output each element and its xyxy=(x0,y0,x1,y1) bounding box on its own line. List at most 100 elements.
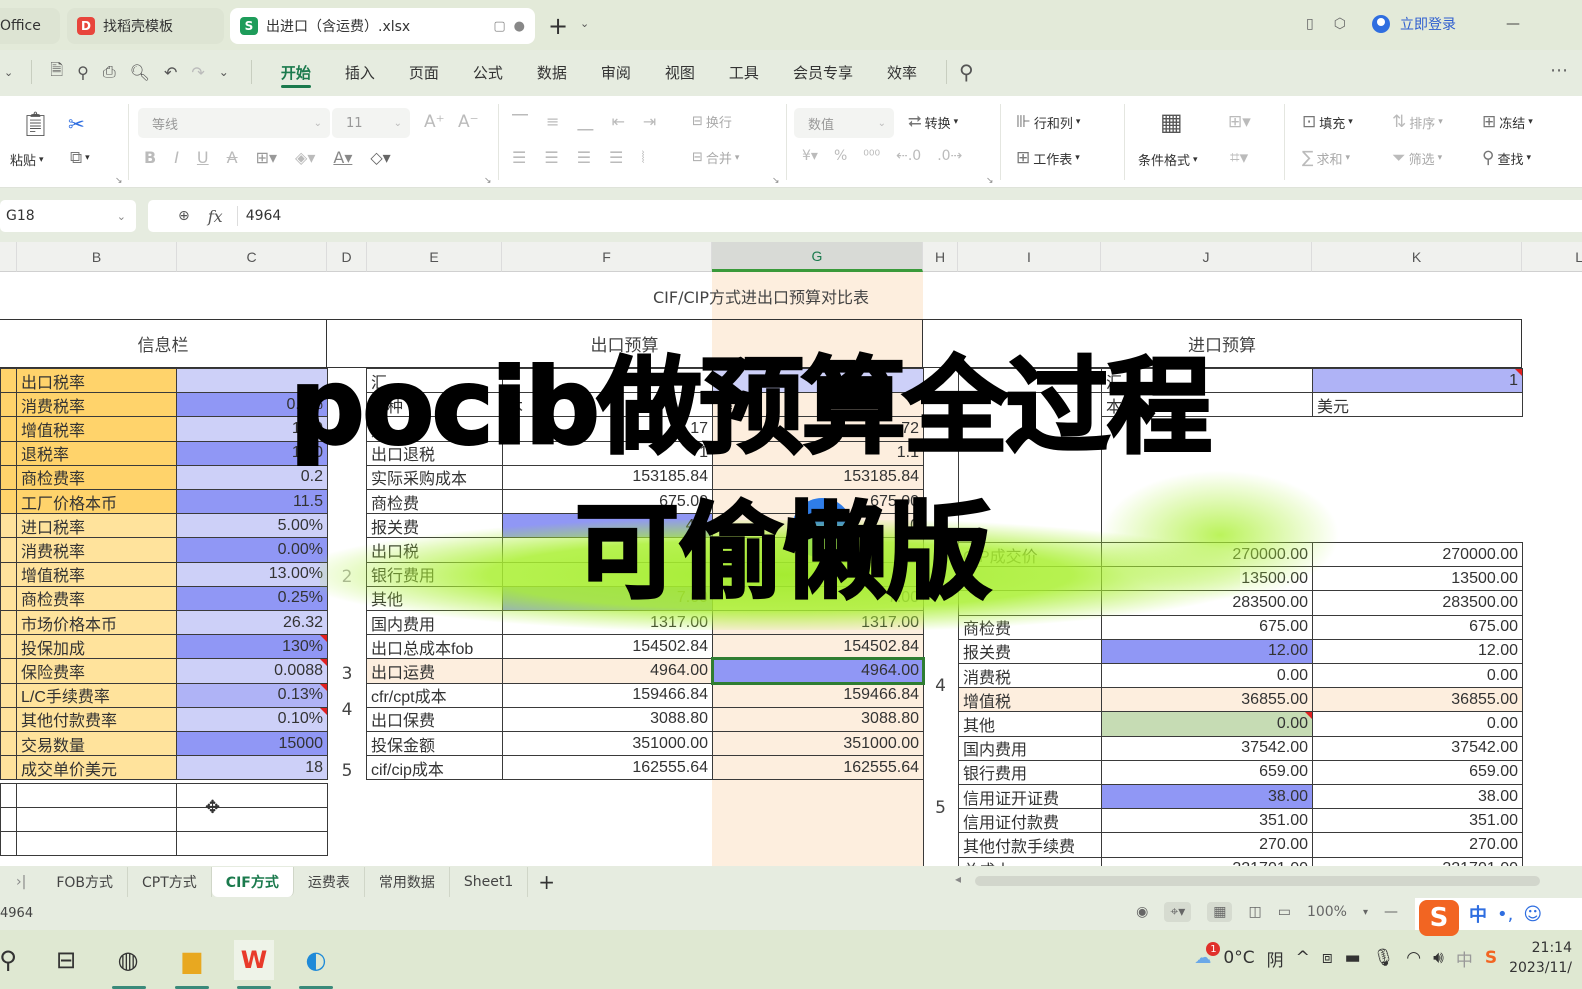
column-header-b[interactable]: B xyxy=(17,242,177,272)
import-label[interactable]: 增值税 xyxy=(958,687,1102,713)
clear-format-icon[interactable]: ◇▾ xyxy=(370,148,390,167)
info-label[interactable]: 投保加成 xyxy=(16,634,177,660)
info-group-marker[interactable] xyxy=(0,682,17,708)
info-value[interactable]: 0.25% xyxy=(176,585,328,611)
import-j-value[interactable]: 38.00 xyxy=(1101,784,1313,810)
export-label[interactable]: 实际采购成本 xyxy=(366,464,503,490)
import-k-value[interactable]: 283500.00 xyxy=(1312,590,1523,616)
sheet-tab-fob[interactable]: FOB方式 xyxy=(42,867,129,897)
info-label[interactable]: 交易数量 xyxy=(16,731,177,757)
info-label[interactable]: 其他付款费率 xyxy=(16,706,177,732)
print-preview-icon[interactable]: 🔍︎ xyxy=(130,63,150,82)
paste-icon[interactable]: 📋︎ xyxy=(20,110,50,138)
tab-template[interactable]: D 找稻壳模板 xyxy=(67,8,224,44)
focus-mode-icon[interactable]: ⌖▾ xyxy=(1164,902,1192,922)
underline-icon[interactable]: U xyxy=(197,148,209,167)
menu-page[interactable]: 页面 xyxy=(392,52,456,92)
strikethrough-icon[interactable]: A xyxy=(227,148,238,167)
import-j-value[interactable]: 0.00 xyxy=(1101,711,1313,737)
info-group-marker[interactable] xyxy=(0,561,17,587)
weather-desc[interactable]: 阴 xyxy=(1267,946,1284,971)
fill-color-icon[interactable]: ◈▾ xyxy=(295,148,315,167)
search-icon[interactable]: ⚲ xyxy=(959,60,974,84)
import-label[interactable]: 总成本 xyxy=(958,856,1102,866)
info-group-marker[interactable] xyxy=(0,440,17,466)
find-button[interactable]: ⚲ 查找 ▾ xyxy=(1482,148,1531,168)
info-group-marker[interactable] xyxy=(0,706,17,732)
export-g-value[interactable]: 1317.00 xyxy=(712,610,924,636)
formula-input[interactable]: ⊕ fx 4964 xyxy=(148,200,1582,232)
name-box[interactable]: G18 ⌄ xyxy=(0,200,136,232)
export-f-value[interactable]: 153185.84 xyxy=(502,464,713,490)
font-color-icon[interactable]: A▾ xyxy=(333,148,352,167)
import-k-value[interactable]: 0.00 xyxy=(1312,711,1523,737)
new-tab-button[interactable]: + xyxy=(548,12,568,40)
import-k-value[interactable]: 270.00 xyxy=(1312,832,1523,858)
export-label[interactable]: 出口保费 xyxy=(366,706,503,732)
indent-increase-icon[interactable]: ⇥ xyxy=(643,112,656,132)
column-header-e[interactable]: E xyxy=(367,242,502,272)
export-label[interactable]: 出口税 xyxy=(366,537,503,563)
empty-cell[interactable] xyxy=(16,807,177,832)
rows-cols-button[interactable]: ⊪ 行和列 ▾ xyxy=(1016,112,1080,132)
undo-icon[interactable]: ↶ xyxy=(164,63,177,82)
export-f-value[interactable]: 1317.00 xyxy=(502,610,713,636)
avatar[interactable] xyxy=(1371,15,1390,33)
import-j-value[interactable]: 351.00 xyxy=(1101,808,1313,834)
align-middle-icon[interactable]: ≡ xyxy=(546,112,559,132)
export-label[interactable]: 出口总成本fob xyxy=(366,634,503,660)
info-value[interactable]: 26.32 xyxy=(176,610,328,636)
print-icon[interactable]: ⎙ xyxy=(103,62,116,82)
export-g-value[interactable]: 159466.84 xyxy=(712,682,924,708)
info-group-marker[interactable] xyxy=(0,658,17,684)
column-header-j[interactable]: J xyxy=(1101,242,1312,272)
bold-icon[interactable]: B xyxy=(144,148,156,167)
import-k-value[interactable]: 13500.00 xyxy=(1312,566,1523,592)
empty-cell[interactable] xyxy=(0,783,17,808)
import-j-value[interactable]: 37542.00 xyxy=(1101,735,1313,761)
menu-insert[interactable]: 插入 xyxy=(328,52,392,92)
selected-cell-g18[interactable]: 4964.00 xyxy=(711,657,925,685)
column-header-h[interactable]: H xyxy=(923,242,958,272)
info-label[interactable]: 出口税率 xyxy=(16,368,177,394)
info-group-marker[interactable] xyxy=(0,537,17,563)
zoom-chevron-icon[interactable]: ▾ xyxy=(1363,907,1368,918)
weather-temp[interactable]: 0°C xyxy=(1223,948,1254,968)
import-k-value[interactable]: 36855.00 xyxy=(1312,687,1523,713)
sum-button[interactable]: ∑ 求和 ▾ xyxy=(1302,148,1350,168)
column-header-g[interactable]: G xyxy=(712,242,923,272)
menu-review[interactable]: 审阅 xyxy=(584,52,648,92)
export-g-value[interactable]: 3088.80 xyxy=(712,706,924,732)
copy-button[interactable]: ⧉ ▾ xyxy=(70,148,90,168)
export-f-value[interactable]: 154502.84 xyxy=(502,634,713,660)
screen-record-icon[interactable]: ⧈ xyxy=(1322,948,1333,968)
info-group-marker[interactable] xyxy=(0,731,17,757)
info-value[interactable]: 5.00% xyxy=(176,513,328,539)
decrease-decimal-icon[interactable]: .0⇢ xyxy=(937,148,962,164)
tray-expand-icon[interactable]: ^ xyxy=(1296,948,1310,968)
import-j-value[interactable]: 270000.00 xyxy=(1101,542,1313,568)
more-chevron-icon[interactable]: ⌄ xyxy=(219,65,229,79)
info-label[interactable]: 消费税率 xyxy=(16,392,177,418)
phone-icon[interactable]: ▯ xyxy=(1306,16,1314,32)
alignment-dialog-launcher[interactable]: ↘ xyxy=(772,176,780,186)
menu-member[interactable]: 会员专享 xyxy=(776,52,870,92)
import-k-value[interactable]: 0.00 xyxy=(1312,663,1523,689)
import-j-value[interactable]: 283500.00 xyxy=(1101,590,1313,616)
freeze-button[interactable]: ⊞ 冻结 ▾ xyxy=(1482,112,1533,132)
info-label[interactable]: L/C手续费率 xyxy=(16,682,177,708)
column-header-l[interactable]: L xyxy=(1522,242,1582,272)
font-dialog-launcher[interactable]: ↘ xyxy=(484,176,492,186)
import-label[interactable]: 银行费用 xyxy=(958,759,1102,785)
import-j-value[interactable]: 36855.00 xyxy=(1101,687,1313,713)
decrease-font-icon[interactable]: A⁻ xyxy=(458,112,479,132)
tab-active-file[interactable]: S 出进口（含运费）.xlsx ▢ ● xyxy=(230,8,535,44)
export-label[interactable]: cif/cip成本 xyxy=(366,755,503,781)
horizontal-scrollbar[interactable] xyxy=(975,876,1540,886)
italic-icon[interactable]: I xyxy=(174,148,179,167)
import-k-value[interactable]: 37542.00 xyxy=(1312,735,1523,761)
align-bottom-icon[interactable]: ⎽ xyxy=(577,112,593,132)
filter-button[interactable]: ⏷ 筛选 ▾ xyxy=(1392,148,1442,168)
empty-cell[interactable] xyxy=(0,831,17,856)
align-center-icon[interactable]: ☰ xyxy=(544,148,558,168)
